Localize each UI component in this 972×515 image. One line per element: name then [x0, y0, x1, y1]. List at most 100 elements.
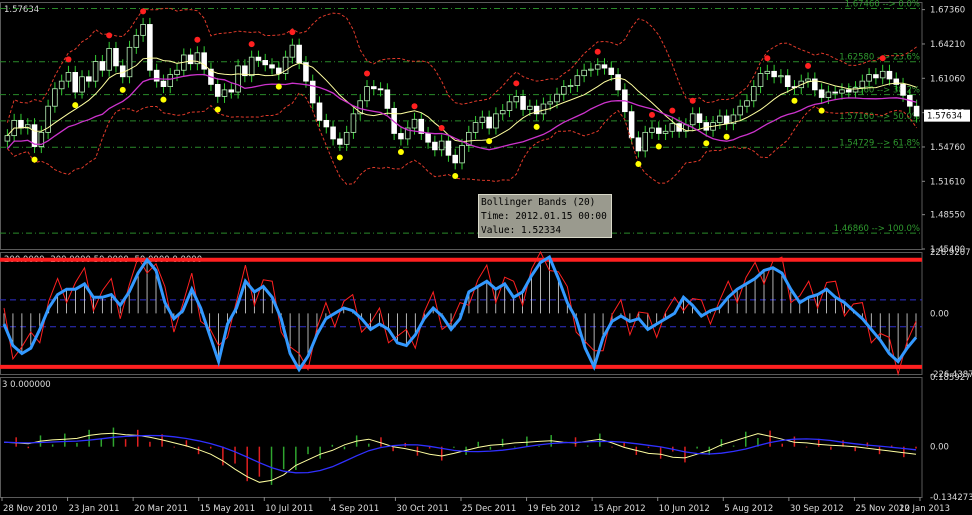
x-axis-label: 10 Jun 2012 — [659, 504, 710, 514]
symbol-price-label: 1.57634 — [4, 5, 39, 15]
candle-body — [506, 101, 513, 111]
candle-body — [594, 64, 601, 70]
candle-body — [425, 133, 431, 143]
candle-body — [717, 115, 723, 123]
x-axis-label: 23 Jan 2011 — [69, 504, 120, 514]
candle-body — [540, 103, 547, 115]
bollinger-lower — [7, 92, 918, 185]
x-axis-label: 5 Aug 2012 — [724, 504, 773, 514]
candle-body — [561, 86, 567, 95]
candle-body — [309, 80, 316, 104]
candle-body — [79, 76, 85, 93]
candle-body — [296, 44, 302, 64]
candle-body — [126, 46, 133, 78]
candle-body — [696, 113, 703, 123]
x-axis-label: 20 Mar 2011 — [134, 504, 188, 514]
fractal-up — [669, 107, 676, 114]
candle-body — [92, 61, 99, 82]
x-axis-label: 30 Oct 2011 — [396, 504, 449, 514]
candle-body — [248, 56, 255, 77]
candle-body — [323, 119, 330, 128]
candle-body — [472, 122, 479, 133]
candle-body — [886, 70, 893, 80]
fractal-down — [119, 86, 126, 93]
candle-body — [655, 127, 662, 134]
x-axis-label: 25 Dec 2011 — [462, 504, 516, 514]
candle-body — [913, 105, 920, 117]
candle-body — [866, 74, 872, 82]
current-price-label: 1.57634 — [927, 112, 962, 122]
fractal-down — [31, 156, 38, 163]
candle-body — [86, 76, 92, 82]
fractal-up — [364, 70, 371, 77]
candle-body — [825, 91, 832, 98]
fractal-up — [106, 32, 113, 39]
candle-body — [167, 74, 174, 87]
x-axis-label: 4 Sep 2011 — [331, 504, 379, 514]
x-axis-label: 20 Jan 2013 — [899, 504, 950, 514]
candle-body — [140, 24, 146, 36]
candle-body — [452, 154, 458, 164]
price-y-label: 1.51610 — [930, 177, 965, 187]
fractal-up — [194, 36, 201, 43]
candle-body — [72, 72, 79, 93]
candle-body — [615, 74, 621, 91]
osc-y-label: 0.185927 — [930, 373, 971, 383]
fractal-down — [452, 172, 459, 179]
fractal-up — [805, 62, 812, 69]
cci-y-label: 0.00 — [930, 309, 949, 319]
candle-body — [377, 88, 384, 91]
candle-body — [384, 89, 391, 109]
fractal-down — [655, 143, 662, 150]
candle-body — [479, 116, 486, 123]
candle-body — [499, 110, 506, 115]
candle-body — [262, 60, 269, 66]
price-y-label: 1.61060 — [930, 74, 965, 84]
candle-body — [839, 89, 845, 94]
candle-body — [818, 89, 825, 98]
candle-body — [527, 105, 533, 110]
fractal-down — [275, 83, 282, 90]
candle-body — [255, 56, 262, 61]
candle-body — [18, 119, 24, 129]
candle-body — [174, 69, 180, 75]
candle-body — [350, 113, 357, 133]
candle-body — [642, 131, 648, 152]
fractal-down — [533, 123, 540, 130]
fractal-down — [791, 97, 798, 104]
fractal-up — [513, 80, 520, 87]
candle-body — [160, 80, 167, 87]
candle-body — [750, 86, 757, 102]
moving-average — [6, 73, 917, 151]
candle-body — [669, 123, 676, 132]
candle-body — [520, 95, 526, 110]
fractal-up — [689, 97, 696, 104]
candle-body — [147, 24, 153, 71]
fractal-up — [438, 125, 445, 132]
candle-body — [744, 100, 750, 107]
candle-body — [432, 141, 438, 151]
candle-body — [778, 75, 784, 78]
fractal-down — [723, 133, 730, 140]
indicator-tooltip: Bollinger Bands (20) Time: 2012.01.15 00… — [478, 194, 612, 238]
candle-body — [411, 118, 418, 129]
candle-body — [269, 64, 275, 69]
candle-body — [445, 140, 452, 156]
fib-label: 1.54729 --> 61.8% — [839, 138, 920, 148]
candle-body — [330, 126, 336, 140]
price-y-label: 1.64210 — [930, 40, 965, 50]
fractal-up — [248, 41, 255, 48]
fractal-up — [648, 111, 655, 118]
candle-body — [567, 85, 574, 87]
fractal-up — [764, 55, 771, 62]
fractal-down — [214, 106, 221, 113]
osc-average-line — [3, 434, 917, 474]
candle-body — [289, 44, 296, 58]
candle-body — [649, 127, 655, 133]
fractal-down — [486, 138, 493, 145]
tooltip-value: Value: 1.52334 — [481, 225, 562, 236]
candle-body — [113, 48, 119, 67]
fib-label: 1.46860 --> 100.0% — [834, 224, 920, 234]
fractal-down — [703, 140, 710, 147]
candle-body — [689, 113, 696, 126]
